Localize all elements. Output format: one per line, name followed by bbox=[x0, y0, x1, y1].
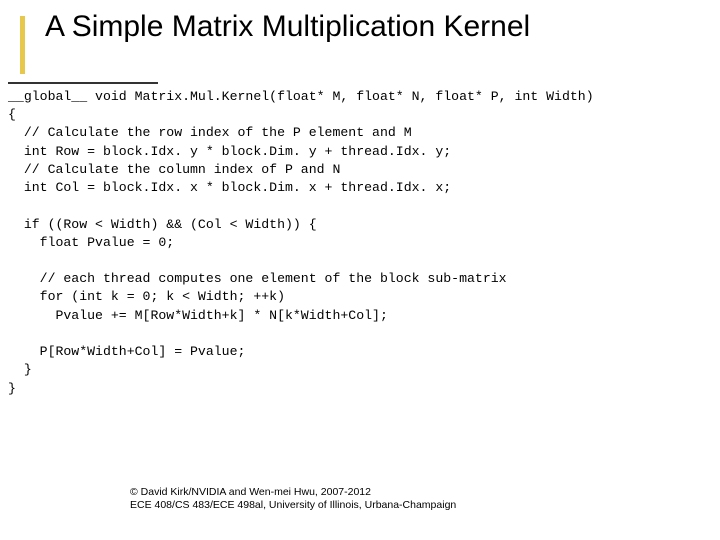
accent-bar bbox=[20, 16, 25, 74]
code-block: __global__ void Matrix.Mul.Kernel(float*… bbox=[8, 88, 720, 398]
title-area: A Simple Matrix Multiplication Kernel bbox=[20, 10, 710, 74]
footer: © David Kirk/NVIDIA and Wen-mei Hwu, 200… bbox=[130, 486, 456, 512]
slide: A Simple Matrix Multiplication Kernel __… bbox=[0, 0, 720, 540]
slide-title: A Simple Matrix Multiplication Kernel bbox=[45, 10, 530, 45]
title-underline bbox=[8, 82, 158, 84]
footer-line-2: ECE 408/CS 483/ECE 498al, University of … bbox=[130, 499, 456, 512]
footer-line-1: © David Kirk/NVIDIA and Wen-mei Hwu, 200… bbox=[130, 486, 456, 499]
